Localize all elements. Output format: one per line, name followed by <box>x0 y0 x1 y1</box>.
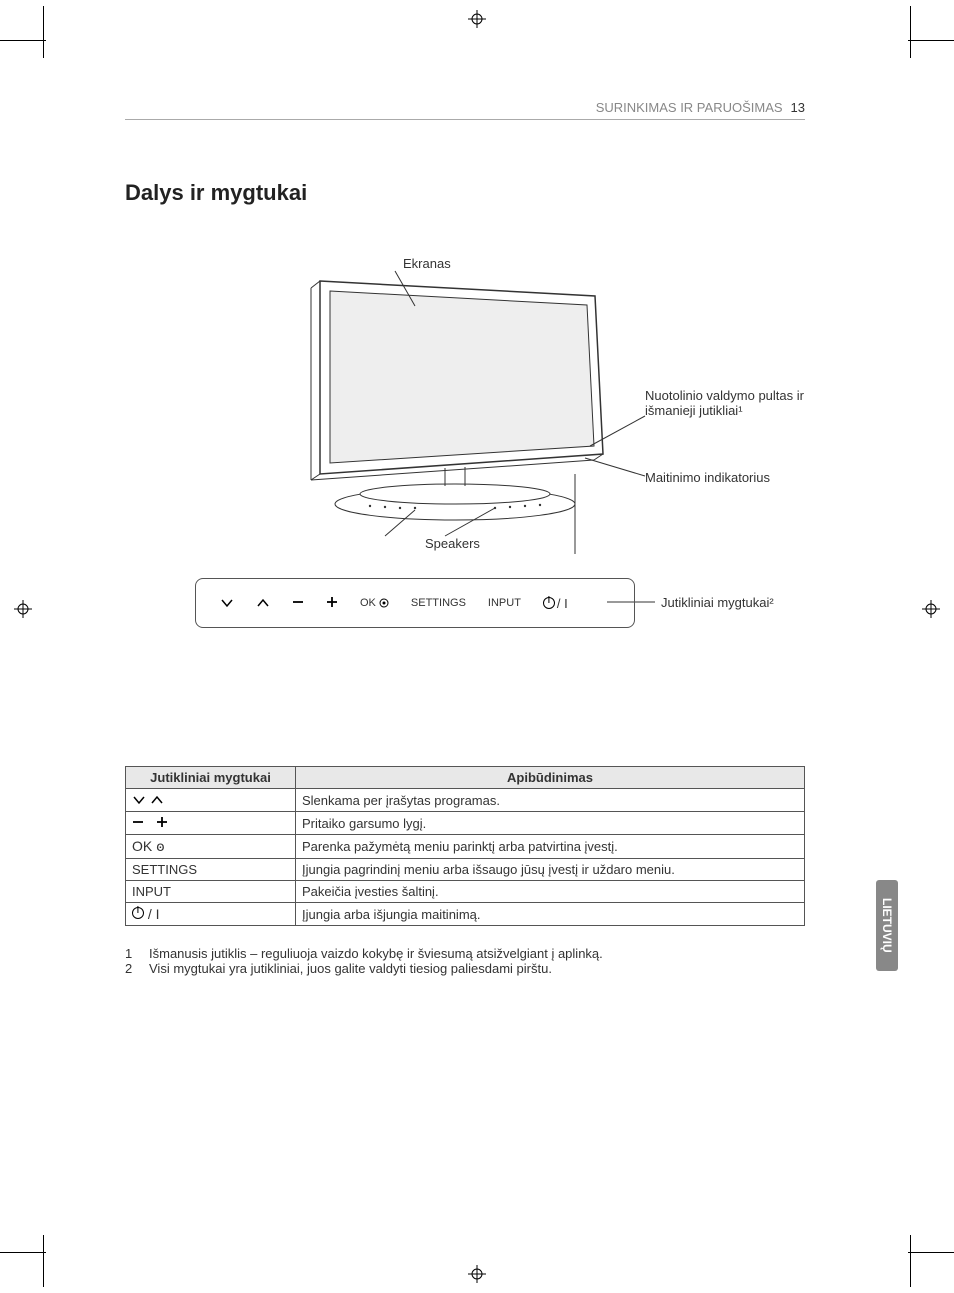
footnote-text: Visi mygtukai yra jutikliniai, juos gali… <box>149 961 552 976</box>
input-button-label: INPUT <box>488 597 521 609</box>
cell-key <box>126 789 296 812</box>
chevron-down-icon <box>220 595 234 612</box>
buttons-table: Jutikliniai mygtukai Apibūdinimas Slenka… <box>125 766 805 926</box>
target-icon <box>379 598 389 608</box>
table-header-description: Apibūdinimas <box>296 767 805 789</box>
minus-icon <box>132 816 144 828</box>
language-tab: LIETUVIŲ <box>876 880 898 971</box>
plus-icon <box>156 816 168 828</box>
cell-desc: Įjungia arba išjungia maitinimą. <box>296 903 805 926</box>
tv-diagram: Ekranas Nuotolinio valdymo pultas ir išm… <box>125 246 805 656</box>
footnotes: 1Išmanusis jutiklis – reguliuoja vaizdo … <box>125 946 805 976</box>
registration-mark-icon <box>14 600 32 618</box>
label-remote-sensor: Nuotolinio valdymo pultas ir išmanieji j… <box>645 388 805 418</box>
power-button-label: / I <box>543 596 568 611</box>
cell-desc: Pakeičia įvesties šaltinį. <box>296 881 805 903</box>
settings-button-label: SETTINGS <box>411 597 466 609</box>
label-speakers: Speakers <box>425 536 480 551</box>
footnote-number: 1 <box>125 946 149 961</box>
minus-icon <box>292 595 304 612</box>
cell-desc: Pritaiko garsumo lygį. <box>296 812 805 835</box>
cell-desc: Slenkama per įrašytas programas. <box>296 789 805 812</box>
page-header: SURINKIMAS IR PARUOŠIMAS 13 <box>125 100 805 120</box>
page-number: 13 <box>791 100 805 115</box>
table-row: Slenkama per įrašytas programas. <box>126 789 805 812</box>
chevron-up-icon <box>256 595 270 612</box>
cell-key: OK ꙩ <box>126 835 296 859</box>
label-screen: Ekranas <box>403 256 451 271</box>
table-row: SETTINGS Įjungia pagrindinį meniu arba i… <box>126 859 805 881</box>
label-touch-buttons: Jutikliniai mygtukai² <box>661 595 774 610</box>
touch-button-bar: OK SETTINGS INPUT / I <box>195 578 635 628</box>
table-row: INPUT Pakeičia įvesties šaltinį. <box>126 881 805 903</box>
plus-icon <box>326 595 338 612</box>
cell-desc: Parenka pažymėtą meniu parinktį arba pat… <box>296 835 805 859</box>
cell-key <box>126 812 296 835</box>
footnote-number: 2 <box>125 961 149 976</box>
table-row: Pritaiko garsumo lygį. <box>126 812 805 835</box>
crop-mark <box>28 6 44 58</box>
crop-mark <box>0 1252 46 1253</box>
ok-button-label: OK <box>360 597 389 609</box>
crop-mark <box>908 40 954 41</box>
power-icon <box>132 907 144 919</box>
ok-text: OK <box>360 597 376 609</box>
crop-mark <box>28 1235 44 1287</box>
section-title: SURINKIMAS IR PARUOŠIMAS <box>596 100 783 115</box>
table-row: / I Įjungia arba išjungia maitinimą. <box>126 903 805 926</box>
registration-mark-icon <box>922 600 940 618</box>
crop-mark <box>908 1252 954 1253</box>
cell-desc: Įjungia pagrindinį meniu arba išsaugo jū… <box>296 859 805 881</box>
crop-mark <box>0 40 46 41</box>
chevron-up-icon <box>150 795 164 805</box>
cell-key: SETTINGS <box>126 859 296 881</box>
cell-key: / I <box>126 903 296 926</box>
crop-mark <box>910 6 926 58</box>
crop-mark <box>910 1235 926 1287</box>
table-row: OK ꙩ Parenka pažymėtą meniu parinktį arb… <box>126 835 805 859</box>
cell-key: INPUT <box>126 881 296 903</box>
registration-mark-icon <box>468 1265 486 1283</box>
table-header-buttons: Jutikliniai mygtukai <box>126 767 296 789</box>
footnote-text: Išmanusis jutiklis – reguliuoja vaizdo k… <box>149 946 603 961</box>
page-title: Dalys ir mygtukai <box>125 180 805 206</box>
power-icon <box>543 597 555 609</box>
chevron-down-icon <box>132 795 146 805</box>
registration-mark-icon <box>468 10 486 28</box>
label-power-indicator: Maitinimo indikatorius <box>645 470 770 485</box>
